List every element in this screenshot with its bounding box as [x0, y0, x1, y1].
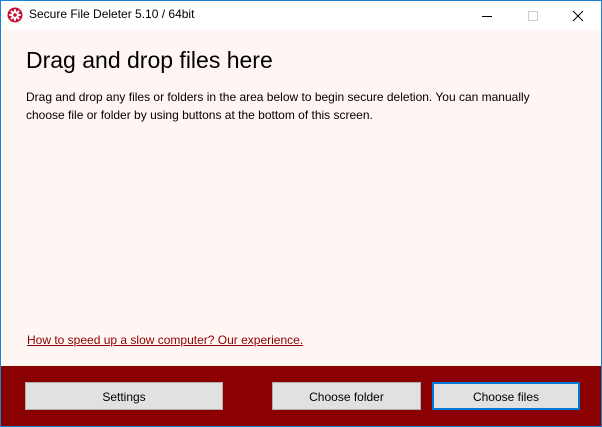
close-icon [572, 10, 584, 22]
maximize-button[interactable] [510, 1, 556, 30]
title-bar[interactable]: Secure File Deleter 5.10 / 64bit [1, 1, 601, 30]
minimize-icon [482, 16, 492, 17]
drop-zone[interactable]: Drag and drop files here Drag and drop a… [1, 30, 601, 366]
app-window: Secure File Deleter 5.10 / 64bit Drag an… [0, 0, 602, 427]
page-title: Drag and drop files here [26, 47, 273, 73]
window-title: Secure File Deleter 5.10 / 64bit [29, 7, 195, 21]
gear-icon [7, 7, 23, 23]
close-button[interactable] [555, 1, 601, 30]
maximize-icon [528, 11, 538, 21]
minimize-button[interactable] [464, 1, 510, 30]
choose-folder-button[interactable]: Choose folder [272, 382, 421, 410]
speed-up-link[interactable]: How to speed up a slow computer? Our exp… [27, 333, 303, 347]
instructions-text: Drag and drop any files or folders in th… [26, 90, 530, 122]
choose-files-button[interactable]: Choose files [432, 382, 580, 410]
settings-button[interactable]: Settings [25, 382, 223, 410]
action-bar: Settings Choose folder Choose files [1, 366, 601, 426]
